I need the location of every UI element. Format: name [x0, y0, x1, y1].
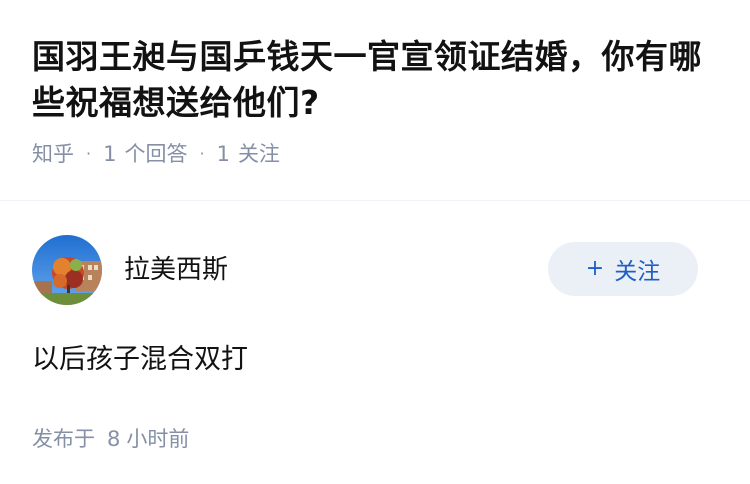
source-label[interactable]: 知乎 — [32, 140, 74, 168]
avatar-image — [32, 235, 102, 305]
answer-count-label[interactable]: 个回答 — [124, 140, 187, 168]
follow-button[interactable]: + 关注 — [548, 242, 698, 296]
published-number: 8 — [107, 427, 121, 451]
plus-icon: + — [585, 256, 605, 281]
follow-count-label: 关注 — [237, 142, 280, 166]
meta-separator: · — [86, 144, 92, 163]
answer-card: 拉美西斯 + 关注 以后孩子混合双打 发布于 8 小时前 — [32, 234, 718, 453]
avatar[interactable] — [32, 235, 102, 305]
question-meta: 知乎 · 1 个回答 · 1 关注 — [32, 140, 722, 168]
follow-count: 1 — [216, 142, 230, 166]
question-title[interactable]: 国羽王昶与国乒钱天一官宣领证结婚，你有哪些祝福想送给他们? — [32, 34, 722, 126]
author-name[interactable]: 拉美西斯 — [124, 249, 228, 286]
question-header: 国羽王昶与国乒钱天一官宣领证结婚，你有哪些祝福想送给他们? 知乎 · 1 个回答… — [32, 34, 722, 168]
published-time: 发布于 8 小时前 — [32, 425, 718, 453]
published-suffix: 小时前 — [126, 427, 190, 451]
answer-content[interactable]: 以后孩子混合双打 — [32, 341, 718, 379]
author-row: 拉美西斯 + 关注 — [32, 234, 718, 306]
answer-count: 1 — [103, 142, 117, 166]
published-prefix: 发布于 — [32, 427, 95, 451]
meta-separator: · — [199, 144, 205, 163]
follow-button-label: 关注 — [614, 259, 661, 285]
section-divider — [0, 200, 750, 201]
